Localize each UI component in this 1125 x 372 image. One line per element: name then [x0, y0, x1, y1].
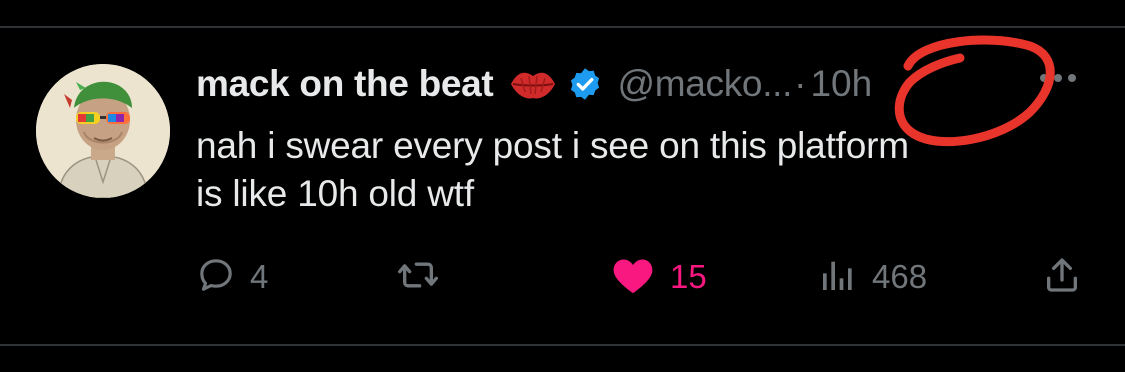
verified-badge-icon[interactable]	[567, 66, 603, 102]
heart-icon	[610, 255, 656, 300]
views-button[interactable]: 468	[818, 252, 927, 302]
timestamp-separator: ·	[794, 63, 807, 104]
retweet-button[interactable]	[396, 252, 454, 302]
views-count: 468	[872, 258, 928, 295]
more-dots-icon[interactable]	[1040, 74, 1076, 82]
tweet-text: nah i swear every post i see on this pla…	[196, 122, 1096, 218]
reply-button[interactable]: 4	[196, 252, 268, 302]
top-divider	[0, 26, 1125, 28]
author-handle[interactable]: @macko...	[617, 63, 792, 105]
tweet-text-line: nah i swear every post i see on this pla…	[196, 125, 909, 166]
post-timestamp[interactable]: 10h	[810, 63, 872, 105]
tweet-actions: 4 15 468	[0, 252, 1125, 302]
avatar-image	[36, 64, 170, 198]
bar-chart-icon	[818, 255, 858, 300]
tweet-text-line: is like 10h old wtf	[196, 173, 474, 214]
speech-bubble-icon	[196, 255, 236, 300]
retweet-arrows-icon	[396, 255, 440, 300]
reply-count: 4	[250, 258, 269, 295]
share-button[interactable]	[1042, 252, 1082, 302]
like-count: 15	[670, 258, 707, 295]
share-upload-icon	[1042, 255, 1082, 300]
tweet-header: mack on the beat @macko... · 10h	[196, 58, 872, 110]
author-display-name[interactable]: mack on the beat	[196, 63, 494, 105]
lips-icon	[509, 66, 557, 102]
like-button[interactable]: 15	[610, 252, 707, 302]
author-avatar[interactable]	[36, 64, 170, 198]
bottom-divider	[0, 344, 1125, 346]
